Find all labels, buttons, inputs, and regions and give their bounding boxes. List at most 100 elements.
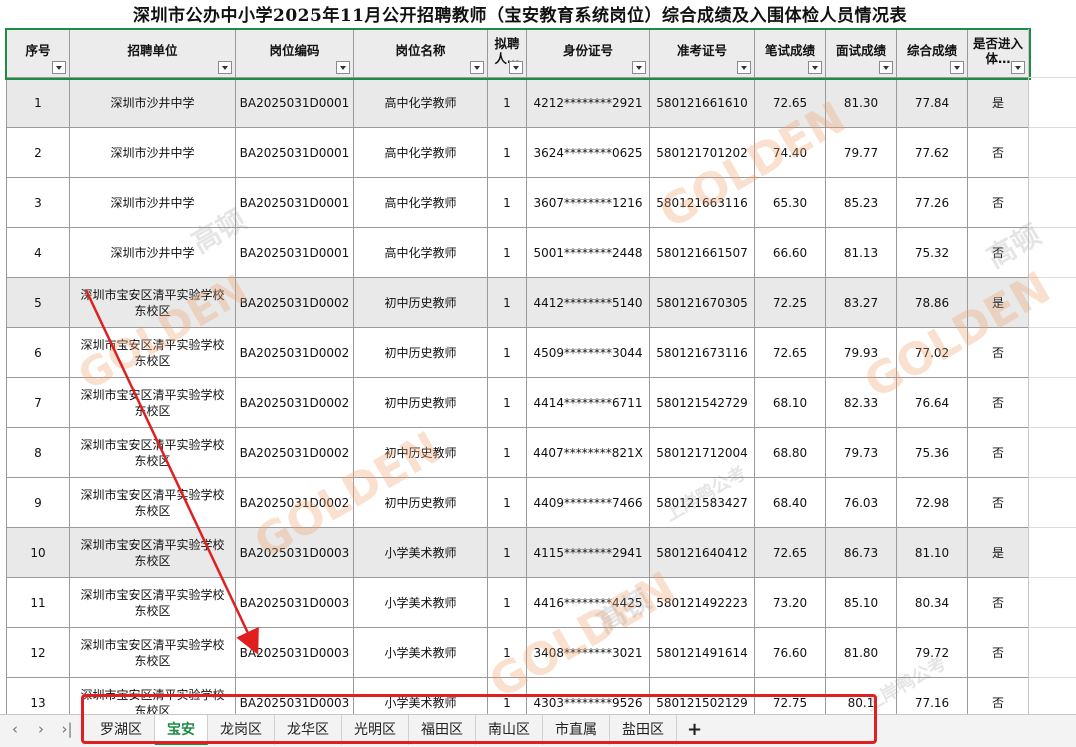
table-row[interactable]: 9 深圳市宝安区清平实验学校东校区 BA2025031D0002 初中历史教师 1 440… [6, 477, 1029, 528]
cell-ticket[interactable]: 580121542729 [649, 377, 755, 428]
table-row[interactable]: 11 深圳市宝安区清平实验学校东校区 BA2025031D0003 小学美术教师 1 44… [6, 577, 1029, 628]
cell-total[interactable]: 76.64 [896, 377, 968, 428]
cell-count[interactable]: 1 [487, 327, 527, 378]
filter-dropdown-icon[interactable] [808, 61, 822, 74]
cell-pass[interactable]: 否 [967, 177, 1029, 228]
cell-written[interactable]: 72.65 [754, 327, 826, 378]
cell-unit[interactable]: 深圳市宝安区清平实验学校东校区 [69, 427, 236, 478]
cell-id[interactable]: 4409********7466 [526, 477, 650, 528]
cell-code[interactable]: BA2025031D0001 [235, 177, 354, 228]
cell-id[interactable]: 4509********3044 [526, 327, 650, 378]
filter-dropdown-icon[interactable] [950, 61, 964, 74]
cell-id[interactable]: 4212********2921 [526, 77, 650, 128]
cell-ticket[interactable]: 580121673116 [649, 327, 755, 378]
last-sheet-button[interactable]: ›| [56, 720, 78, 738]
cell-total[interactable]: 77.84 [896, 77, 968, 128]
cell-count[interactable]: 1 [487, 127, 527, 178]
header-ticket[interactable]: 准考证号 [649, 29, 755, 78]
cell-no[interactable]: 3 [6, 177, 70, 228]
cell-pass[interactable]: 是 [967, 527, 1029, 578]
cell-pass[interactable]: 否 [967, 327, 1029, 378]
cell-ticket[interactable]: 580121583427 [649, 477, 755, 528]
cell-total[interactable]: 81.10 [896, 527, 968, 578]
cell-no[interactable]: 5 [6, 277, 70, 328]
cell-id[interactable]: 4416********4425 [526, 577, 650, 628]
cell-count[interactable]: 1 [487, 427, 527, 478]
cell-ticket[interactable]: 580121640412 [649, 527, 755, 578]
cell-code[interactable]: BA2025031D0001 [235, 227, 354, 278]
cell-interview[interactable]: 79.93 [825, 327, 897, 378]
table-row[interactable]: 1 深圳市沙井中学 BA2025031D0001 高中化学教师 1 4212*******… [6, 77, 1029, 128]
cell-id[interactable]: 3408********3021 [526, 627, 650, 678]
cell-ticket[interactable]: 580121492223 [649, 577, 755, 628]
cell-code[interactable]: BA2025031D0001 [235, 77, 354, 128]
cell-post[interactable]: 小学美术教师 [353, 627, 488, 678]
cell-ticket[interactable]: 580121661610 [649, 77, 755, 128]
cell-total[interactable]: 72.98 [896, 477, 968, 528]
cell-interview[interactable]: 81.13 [825, 227, 897, 278]
cell-written[interactable]: 68.40 [754, 477, 826, 528]
filter-dropdown-icon[interactable] [470, 61, 484, 74]
cell-no[interactable]: 2 [6, 127, 70, 178]
sheet-tab[interactable]: 宝安 [155, 715, 208, 745]
header-code[interactable]: 岗位编码 [235, 29, 354, 78]
cell-post[interactable]: 小学美术教师 [353, 577, 488, 628]
table-row[interactable]: 5 深圳市宝安区清平实验学校东校区 BA2025031D0002 初中历史教师 1 441… [6, 277, 1029, 328]
cell-code[interactable]: BA2025031D0002 [235, 377, 354, 428]
cell-no[interactable]: 12 [6, 627, 70, 678]
filter-dropdown-icon[interactable] [509, 61, 523, 74]
cell-interview[interactable]: 76.03 [825, 477, 897, 528]
cell-id[interactable]: 3624********0625 [526, 127, 650, 178]
cell-pass[interactable]: 否 [967, 577, 1029, 628]
cell-pass[interactable]: 否 [967, 227, 1029, 278]
cell-id[interactable]: 5001********2448 [526, 227, 650, 278]
cell-post[interactable]: 高中化学教师 [353, 77, 488, 128]
cell-post[interactable]: 初中历史教师 [353, 477, 488, 528]
header-no[interactable]: 序号 [6, 29, 70, 78]
cell-no[interactable]: 10 [6, 527, 70, 578]
cell-count[interactable]: 1 [487, 77, 527, 128]
sheet-tab[interactable]: 盐田区 [610, 715, 677, 745]
cell-ticket[interactable]: 580121661507 [649, 227, 755, 278]
cell-count[interactable]: 1 [487, 177, 527, 228]
filter-dropdown-icon[interactable] [218, 61, 232, 74]
cell-ticket[interactable]: 580121701202 [649, 127, 755, 178]
cell-unit[interactable]: 深圳市宝安区清平实验学校东校区 [69, 477, 236, 528]
cell-interview[interactable]: 79.77 [825, 127, 897, 178]
cell-post[interactable]: 小学美术教师 [353, 527, 488, 578]
cell-written[interactable]: 66.60 [754, 227, 826, 278]
cell-no[interactable]: 8 [6, 427, 70, 478]
cell-id[interactable]: 4412********5140 [526, 277, 650, 328]
cell-post[interactable]: 高中化学教师 [353, 127, 488, 178]
header-id[interactable]: 身份证号 [526, 29, 650, 78]
cell-id[interactable]: 3607********1216 [526, 177, 650, 228]
filter-dropdown-icon[interactable] [737, 61, 751, 74]
sheet-tab[interactable]: 福田区 [409, 715, 476, 745]
cell-no[interactable]: 6 [6, 327, 70, 378]
cell-code[interactable]: BA2025031D0002 [235, 427, 354, 478]
sheet-tab[interactable]: 罗湖区 [88, 715, 155, 745]
cell-interview[interactable]: 82.33 [825, 377, 897, 428]
cell-code[interactable]: BA2025031D0003 [235, 527, 354, 578]
cell-interview[interactable]: 81.30 [825, 77, 897, 128]
cell-count[interactable]: 1 [487, 627, 527, 678]
cell-interview[interactable]: 86.73 [825, 527, 897, 578]
sheet-tab[interactable]: 光明区 [342, 715, 409, 745]
cell-post[interactable]: 初中历史教师 [353, 327, 488, 378]
cell-written[interactable]: 74.40 [754, 127, 826, 178]
sheet-tab[interactable]: 龙岗区 [208, 715, 275, 745]
cell-no[interactable]: 1 [6, 77, 70, 128]
cell-written[interactable]: 68.80 [754, 427, 826, 478]
cell-post[interactable]: 初中历史教师 [353, 377, 488, 428]
table-row[interactable]: 10 深圳市宝安区清平实验学校东校区 BA2025031D0003 小学美术教师 1 41… [6, 527, 1029, 578]
filter-dropdown-icon[interactable] [336, 61, 350, 74]
cell-unit[interactable]: 深圳市宝安区清平实验学校东校区 [69, 527, 236, 578]
cell-written[interactable]: 72.65 [754, 77, 826, 128]
header-written[interactable]: 笔试成绩 [754, 29, 826, 78]
cell-post[interactable]: 初中历史教师 [353, 277, 488, 328]
cell-unit[interactable]: 深圳市宝安区清平实验学校东校区 [69, 377, 236, 428]
cell-pass[interactable]: 是 [967, 77, 1029, 128]
table-row[interactable]: 6 深圳市宝安区清平实验学校东校区 BA2025031D0002 初中历史教师 1 450… [6, 327, 1029, 378]
cell-total[interactable]: 78.86 [896, 277, 968, 328]
cell-pass[interactable]: 否 [967, 627, 1029, 678]
